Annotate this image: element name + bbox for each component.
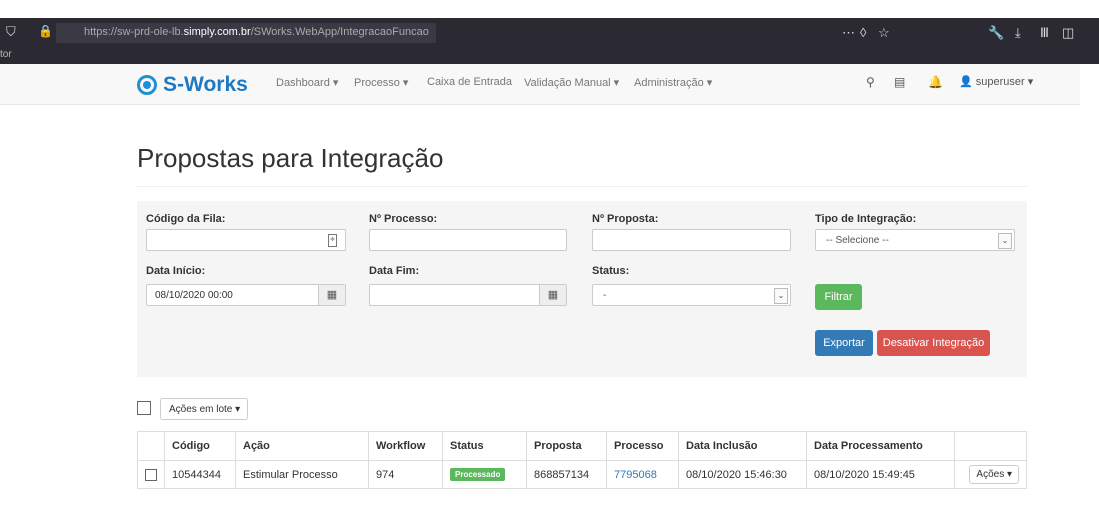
cell-workflow: 974 (368, 460, 443, 489)
brand-name: S-Works (163, 73, 248, 96)
address-bar[interactable]: https://sw-prd-ole-lb.simply.com.br/SWor… (56, 23, 436, 43)
download-icon[interactable]: ⤓ (1015, 25, 1021, 41)
cell-data-inclusao: 08/10/2020 15:46:30 (678, 460, 807, 489)
bell-icon[interactable]: 🔔 (928, 75, 943, 89)
user-name: superuser ▾ (975, 76, 1034, 88)
stepper-icon[interactable]: ≑ (328, 234, 337, 247)
tipo-integracao-label: Tipo de Integração: (815, 213, 917, 225)
table-row: 10544344 Estimular Processo 974 Processa… (137, 460, 1027, 489)
row-actions-button[interactable]: Ações ▾ (969, 465, 1019, 484)
header-processo[interactable]: Processo (606, 431, 679, 461)
header-acoes (954, 431, 1027, 461)
data-fim-label: Data Fim: (369, 265, 420, 277)
chevron-down-icon: ⌄ (998, 233, 1012, 249)
calendar-icon[interactable]: ▦ (539, 285, 566, 305)
proposta-label: Nº Proposta: (592, 213, 659, 225)
filter-panel: Código da Fila: ≑ Nº Processo: Nº Propos… (137, 201, 1027, 377)
proposta-input[interactable] (592, 229, 791, 251)
status-badge: Processado (450, 468, 506, 481)
data-fim-input[interactable]: ▦ (369, 284, 567, 306)
tab-fragment: tor (0, 49, 12, 60)
data-inicio-input[interactable]: 08/10/2020 00:00 ▦ (146, 284, 346, 306)
data-inicio-value: 08/10/2020 00:00 (155, 290, 233, 301)
header-acao[interactable]: Ação (235, 431, 369, 461)
logo-icon (137, 75, 157, 95)
exportar-button[interactable]: Exportar (815, 330, 873, 356)
tipo-integracao-select[interactable]: -- Selecione -- ⌄ (815, 229, 1015, 251)
title-divider (137, 186, 1027, 187)
wrench-icon[interactable]: 🔧 (988, 25, 1004, 41)
page-title: Propostas para Integração (137, 143, 444, 173)
cell-acao: Estimular Processo (235, 460, 369, 489)
cell-processo: 7795068 (606, 460, 679, 489)
nav-administracao[interactable]: Administração ▾ (634, 76, 712, 89)
processo-label: Nº Processo: (369, 213, 438, 225)
url-text: https://sw-prd-ole-lb.simply.com.br/SWor… (84, 26, 429, 38)
status-select[interactable]: - ⌄ (592, 284, 791, 306)
window-top-strip (0, 0, 1099, 18)
tipo-integracao-value: -- Selecione -- (826, 235, 889, 246)
header-workflow[interactable]: Workflow (368, 431, 443, 461)
row-checkbox[interactable] (145, 468, 157, 481)
header-select (137, 431, 165, 461)
nav-caixa-de-entrada[interactable]: Caixa de Entrada (427, 76, 512, 88)
desativar-integracao-button[interactable]: Desativar Integração (877, 330, 990, 356)
bookmark-star-icon[interactable]: ☆ (878, 25, 890, 41)
nav-processo[interactable]: Processo ▾ (354, 76, 408, 89)
tab-strip: tor (0, 48, 1099, 64)
lock-icon: 🔒 (38, 24, 53, 38)
row-select-cell (137, 460, 165, 489)
chevron-down-icon: ⌄ (774, 288, 788, 304)
data-inicio-label: Data Início: (146, 265, 206, 277)
header-data-inclusao[interactable]: Data Inclusão (678, 431, 807, 461)
cell-status: Processado (442, 460, 527, 489)
processo-input[interactable] (369, 229, 567, 251)
sidebar-icon[interactable]: ◫ (1062, 25, 1074, 41)
user-menu[interactable]: 👤 superuser ▾ (959, 75, 1033, 88)
calendar-icon[interactable]: ▦ (318, 285, 345, 305)
pocket-icon[interactable]: ◊ (860, 25, 866, 40)
nav-validacao-manual[interactable]: Validação Manual ▾ (524, 76, 619, 89)
status-label: Status: (592, 265, 630, 277)
user-icon: 👤 (959, 76, 973, 88)
browser-toolbar: ⛉ 🔒 https://sw-prd-ole-lb.simply.com.br/… (0, 18, 1099, 48)
nav-dashboard[interactable]: Dashboard ▾ (276, 76, 338, 89)
shield-icon: ⛉ (6, 24, 16, 39)
bulk-actions-button[interactable]: Ações em lote ▾ (160, 398, 248, 420)
select-all-checkbox[interactable] (137, 401, 151, 415)
page-actions-icon[interactable]: ⋯ (842, 25, 855, 41)
brand-logo[interactable]: S-Works (137, 73, 248, 97)
codigo-fila-label: Código da Fila: (146, 213, 226, 225)
status-value: - (603, 290, 607, 301)
table-header-row: Código Ação Workflow Status Proposta Pro… (137, 431, 1027, 461)
processo-link[interactable]: 7795068 (614, 469, 657, 481)
cell-codigo: 10544344 (164, 460, 236, 489)
filtrar-button[interactable]: Filtrar (815, 284, 862, 310)
app-navbar: S-Works Dashboard ▾ Processo ▾ Caixa de … (0, 64, 1080, 105)
header-data-processamento[interactable]: Data Processamento (806, 431, 955, 461)
cell-acoes: Ações ▾ (954, 460, 1027, 489)
header-proposta[interactable]: Proposta (526, 431, 607, 461)
propostas-table: Código Ação Workflow Status Proposta Pro… (137, 431, 1027, 489)
inbox-icon[interactable]: ▤ (894, 75, 905, 89)
header-status[interactable]: Status (442, 431, 527, 461)
search-icon[interactable]: ⚲ (866, 75, 875, 89)
codigo-fila-input[interactable]: ≑ (146, 229, 346, 251)
cell-data-processamento: 08/10/2020 15:49:45 (806, 460, 955, 489)
header-codigo[interactable]: Código (164, 431, 236, 461)
cell-proposta: 868857134 (526, 460, 607, 489)
library-icon[interactable]: Ⅲ (1040, 25, 1049, 41)
